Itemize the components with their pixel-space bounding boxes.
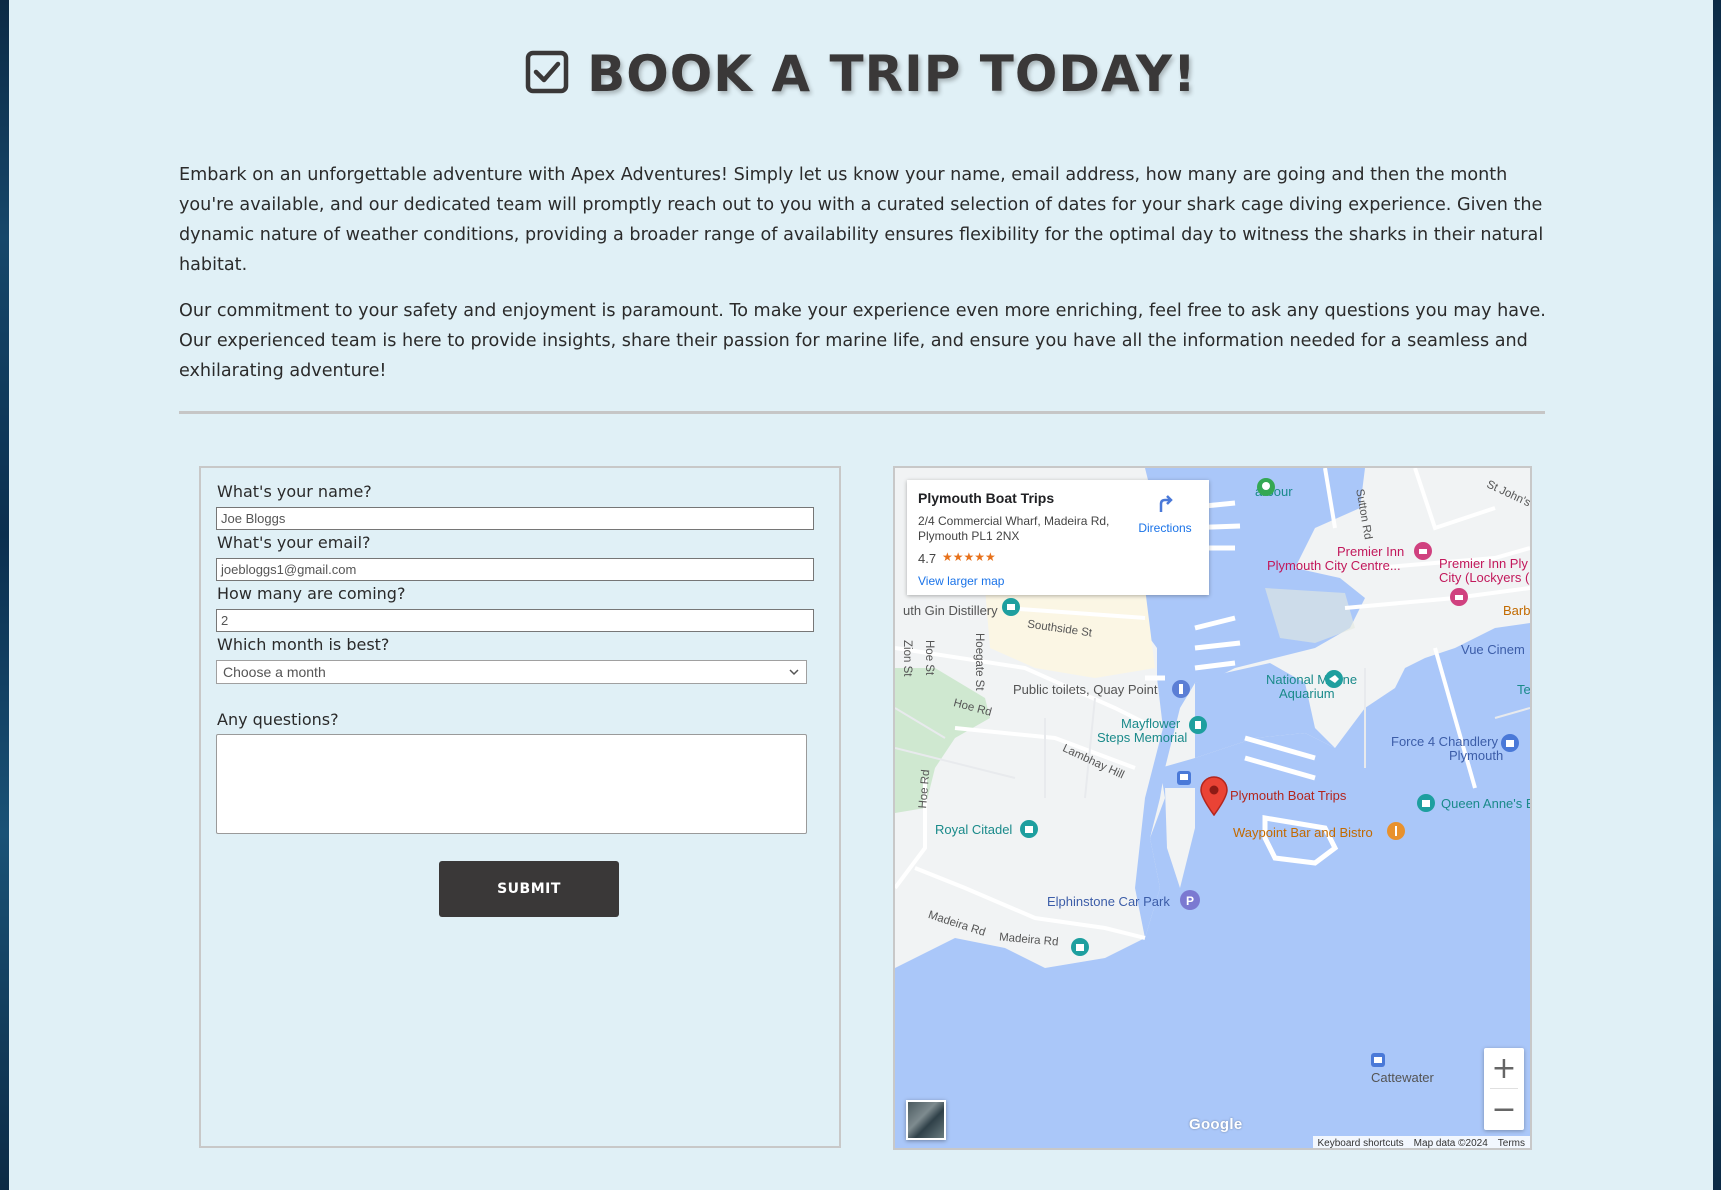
- parking-icon: P: [1180, 890, 1200, 914]
- location-pin-icon: [1199, 776, 1229, 820]
- directions-button[interactable]: Directions: [1125, 492, 1205, 535]
- map-label-gin-distillery[interactable]: uth Gin Distillery: [903, 603, 998, 618]
- map-label-vue[interactable]: Vue Cinem: [1461, 642, 1525, 657]
- email-label: What's your email?: [217, 533, 371, 552]
- map-label-premier-inn-3[interactable]: Premier Inn Ply: [1439, 556, 1528, 571]
- chevron-down-icon: [788, 665, 800, 679]
- map-label-premier-inn-2[interactable]: Plymouth City Centre...: [1267, 558, 1401, 573]
- count-input[interactable]: 2: [216, 609, 814, 632]
- submit-button[interactable]: SUBMIT: [439, 861, 619, 917]
- name-input[interactable]: Joe Bloggs: [216, 507, 814, 530]
- intro-paragraph: Embark on an unforgettable adventure wit…: [179, 165, 1544, 275]
- bus-icon: [1177, 770, 1191, 789]
- map-label-premier-inn-1[interactable]: Premier Inn: [1337, 544, 1404, 559]
- count-label: How many are coming?: [217, 584, 406, 603]
- map-label-zion-st: Zion St: [901, 640, 913, 677]
- month-label: Which month is best?: [217, 635, 390, 654]
- map-label-force4-1[interactable]: Force 4 Chandlery: [1391, 734, 1498, 749]
- directions-label: Directions: [1138, 521, 1192, 535]
- month-select-value: Choose a month: [223, 664, 326, 680]
- place-title: Plymouth Boat Trips: [918, 490, 1055, 506]
- map-label-premier-inn-4[interactable]: City (Lockyers (: [1439, 570, 1529, 585]
- plus-icon: +: [1491, 1050, 1517, 1086]
- background-edge-right: [1713, 0, 1721, 1190]
- map-label-public-toilets[interactable]: Public toilets, Quay Point: [1013, 682, 1158, 697]
- map-data-text: Map data ©2024: [1413, 1137, 1488, 1149]
- restaurant-icon: [1387, 822, 1405, 844]
- zoom-out-button[interactable]: −: [1484, 1089, 1524, 1129]
- booking-form: What's your name? Joe Bloggs What's your…: [199, 466, 841, 1148]
- google-logo: Google: [1189, 1116, 1243, 1133]
- park-icon: [1257, 478, 1275, 500]
- directions-icon: [1154, 495, 1176, 518]
- map-attribution: Keyboard shortcuts Map data ©2024 Terms: [1312, 1136, 1530, 1149]
- view-larger-map-link[interactable]: View larger map: [918, 574, 1004, 588]
- map-label-elphinstone[interactable]: Elphinstone Car Park: [1047, 894, 1170, 909]
- camera-icon: [1002, 598, 1020, 620]
- map-label-waypoint[interactable]: Waypoint Bar and Bistro: [1233, 825, 1373, 840]
- page-title-text: BOOK A TRIP TODAY!: [587, 45, 1197, 103]
- map-embed[interactable]: Plymouth Boat Trips 2/4 Commercial Wharf…: [893, 466, 1532, 1150]
- map-label-hoegate-st: Hoegate St: [973, 633, 985, 691]
- map-label-national-marine[interactable]: National Marine: [1266, 672, 1357, 687]
- fort-icon: [1071, 938, 1089, 960]
- map-label-plymouth-boat-trips[interactable]: Plymouth Boat Trips: [1230, 788, 1346, 803]
- intro-text: Embark on an unforgettable adventure wit…: [179, 160, 1554, 402]
- shop-icon: [1501, 734, 1519, 756]
- map-label-queen-annes[interactable]: Queen Anne's B: [1441, 796, 1530, 811]
- email-input[interactable]: joebloggs1@gmail.com: [216, 558, 814, 581]
- zoom-in-button[interactable]: +: [1484, 1048, 1524, 1088]
- hotel-icon: [1414, 542, 1432, 564]
- star-rating-icon: ★★★★★: [942, 550, 996, 564]
- minus-icon: −: [1491, 1091, 1517, 1127]
- questions-textarea[interactable]: [216, 734, 807, 834]
- svg-text:P: P: [1186, 894, 1194, 908]
- month-select[interactable]: Choose a month: [216, 660, 807, 684]
- zoom-controls: + −: [1484, 1048, 1524, 1130]
- aquarium-icon: [1325, 670, 1343, 692]
- place-rating: 4.7: [918, 551, 937, 566]
- section-divider: [179, 411, 1545, 414]
- castle-icon: [1020, 820, 1038, 842]
- toilets-icon: [1172, 680, 1190, 702]
- satellite-toggle-button[interactable]: [906, 1100, 946, 1140]
- map-label-hoe-st: Hoe St: [923, 640, 935, 676]
- page-title: BOOK A TRIP TODAY!: [9, 40, 1713, 108]
- background-edge-left: [0, 0, 9, 1190]
- place-card: Plymouth Boat Trips 2/4 Commercial Wharf…: [907, 480, 1209, 595]
- checkbox-checked-icon: [525, 50, 569, 98]
- map-label-mayflower-2[interactable]: Steps Memorial: [1097, 730, 1187, 745]
- landmark-icon: [1417, 794, 1435, 816]
- map-label-cattewater: Cattewater: [1371, 1070, 1434, 1085]
- keyboard-shortcuts-link[interactable]: Keyboard shortcuts: [1318, 1138, 1404, 1149]
- monument-icon: [1189, 716, 1207, 738]
- place-address: 2/4 Commercial Wharf, Madeira Rd, Plymou…: [918, 514, 1110, 543]
- map-label-te: Te: [1517, 682, 1531, 697]
- hotel-icon: [1450, 588, 1468, 610]
- ferry-icon: [1371, 1052, 1385, 1071]
- map-label-barb: Barb: [1503, 603, 1531, 618]
- name-label: What's your name?: [217, 482, 372, 501]
- map-label-force4-2[interactable]: Plymouth: [1449, 748, 1503, 763]
- map-label-mayflower-1[interactable]: Mayflower: [1121, 716, 1180, 731]
- intro-paragraph: Our commitment to your safety and enjoym…: [179, 301, 1546, 381]
- map-label-royal-citadel[interactable]: Royal Citadel: [935, 822, 1012, 837]
- questions-label: Any questions?: [217, 710, 339, 729]
- terms-link[interactable]: Terms: [1498, 1138, 1525, 1149]
- page-content: BOOK A TRIP TODAY! Embark on an unforget…: [9, 0, 1713, 1190]
